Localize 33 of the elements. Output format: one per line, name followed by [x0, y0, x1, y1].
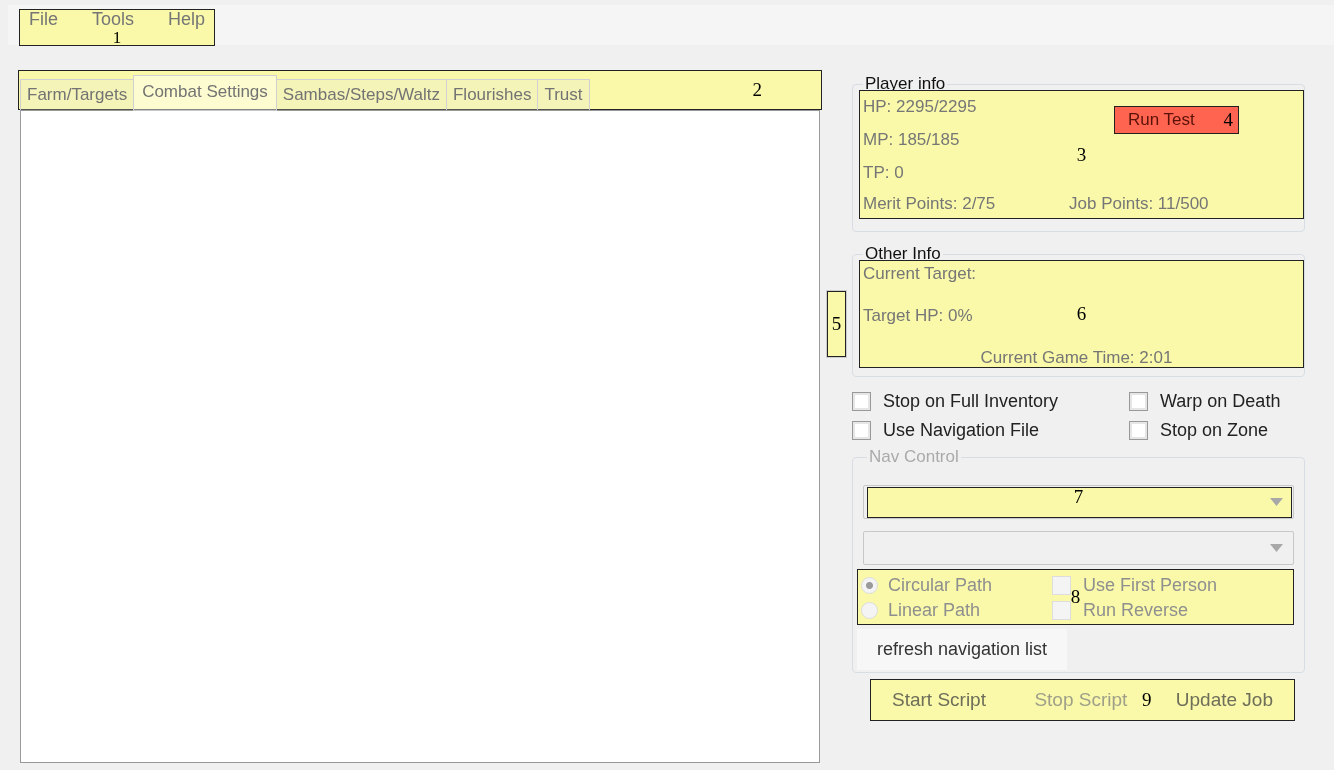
annotation-number: 2	[752, 80, 762, 100]
checkbox-label: Run Reverse	[1083, 600, 1189, 621]
radio-label: Linear Path	[888, 600, 981, 621]
script-button[interactable]: Update Job	[1163, 683, 1285, 717]
checkbox-label: Use Navigation File	[883, 420, 1040, 441]
annotation-number: 7	[1073, 487, 1084, 507]
menu-item[interactable]: Help	[168, 9, 206, 29]
checkbox-label: Stop on Full Inventory	[883, 391, 1059, 412]
annotation-number: 6	[1076, 304, 1087, 324]
group-title: Nav Control	[868, 447, 960, 467]
group-title: Player info	[864, 74, 947, 94]
radio-label: Circular Path	[888, 575, 993, 596]
merit-points-label: Merit Points: 2/75	[863, 194, 996, 214]
target-hp-label: Target HP: 0%	[863, 306, 973, 326]
checkbox-label: Use First Person	[1083, 575, 1218, 596]
annotation-number: 9	[1142, 690, 1152, 710]
current-target-label: Current Target:	[863, 264, 977, 284]
hp-label: HP: 2295/2295	[863, 96, 977, 117]
script-button[interactable]: Start Script	[880, 683, 998, 717]
menu-item[interactable]: File	[29, 9, 58, 29]
annotation-number: 3	[1076, 144, 1087, 165]
annotation-number: 4	[1223, 110, 1233, 130]
group-title: Other Info	[864, 244, 942, 264]
tp-label: TP: 0	[863, 162, 904, 183]
checkbox-label: Warp on Death	[1160, 391, 1281, 412]
annotation-number: 1	[112, 29, 122, 46]
game-time-label: Current Game Time: 2:01	[980, 348, 1173, 368]
annotation-number: 5	[831, 314, 842, 334]
mp-label: MP: 185/185	[863, 129, 960, 150]
checkbox-label: Stop on Zone	[1160, 420, 1269, 441]
menu-item[interactable]: Tools	[92, 9, 135, 29]
annotation-number: 8	[1070, 587, 1081, 607]
job-points-label: Job Points: 11/500	[1069, 194, 1209, 214]
